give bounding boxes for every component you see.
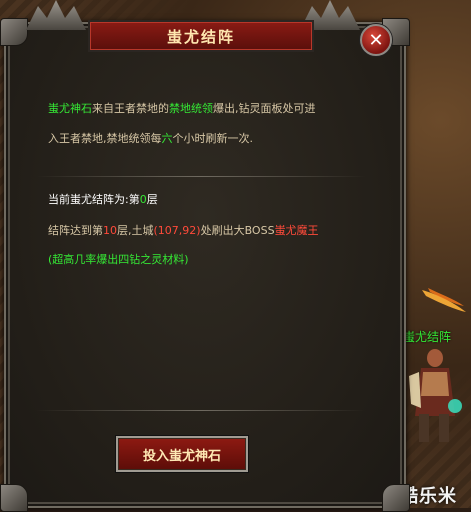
reward-info: 结阵达到第10层,土城(107,92)处刷出大BOSS蚩尤魔王 [48, 224, 319, 237]
close-icon: ✕ [368, 29, 384, 51]
divider [36, 176, 366, 177]
boss-name-text: 禁地统领 [169, 102, 213, 115]
submit-stone-button[interactable]: 投入蚩尤神石 [116, 436, 248, 472]
npc-warrior-figure[interactable] [405, 346, 463, 446]
dialog-title: 蚩尤结阵 [88, 20, 314, 52]
boss-coords-text: (107,92) [153, 224, 201, 237]
current-level-value: 0 [139, 193, 147, 206]
close-button[interactable]: ✕ [360, 24, 392, 56]
description-line-2: 入王者禁地,禁地统领每六个小时刷新一次. [48, 132, 253, 145]
corner-ornament [0, 18, 28, 46]
drop-note: (超高几率爆出四钻之灵材料) [48, 253, 189, 266]
npc-name-label[interactable]: 蚩尤结阵 [403, 328, 451, 345]
item-name-text: 蚩尤神石 [48, 102, 92, 115]
target-level-value: 10 [103, 224, 117, 237]
current-level-status: 当前蚩尤结阵为:第0层 [48, 193, 158, 206]
fire-effect [422, 288, 466, 312]
description-line-1: 蚩尤神石来自王者禁地的禁地统领爆出,钻灵面板处可进 [48, 102, 316, 115]
refresh-hours-text: 六 [161, 132, 173, 145]
divider [36, 410, 366, 411]
boss-name-red: 蚩尤魔王 [274, 224, 319, 237]
